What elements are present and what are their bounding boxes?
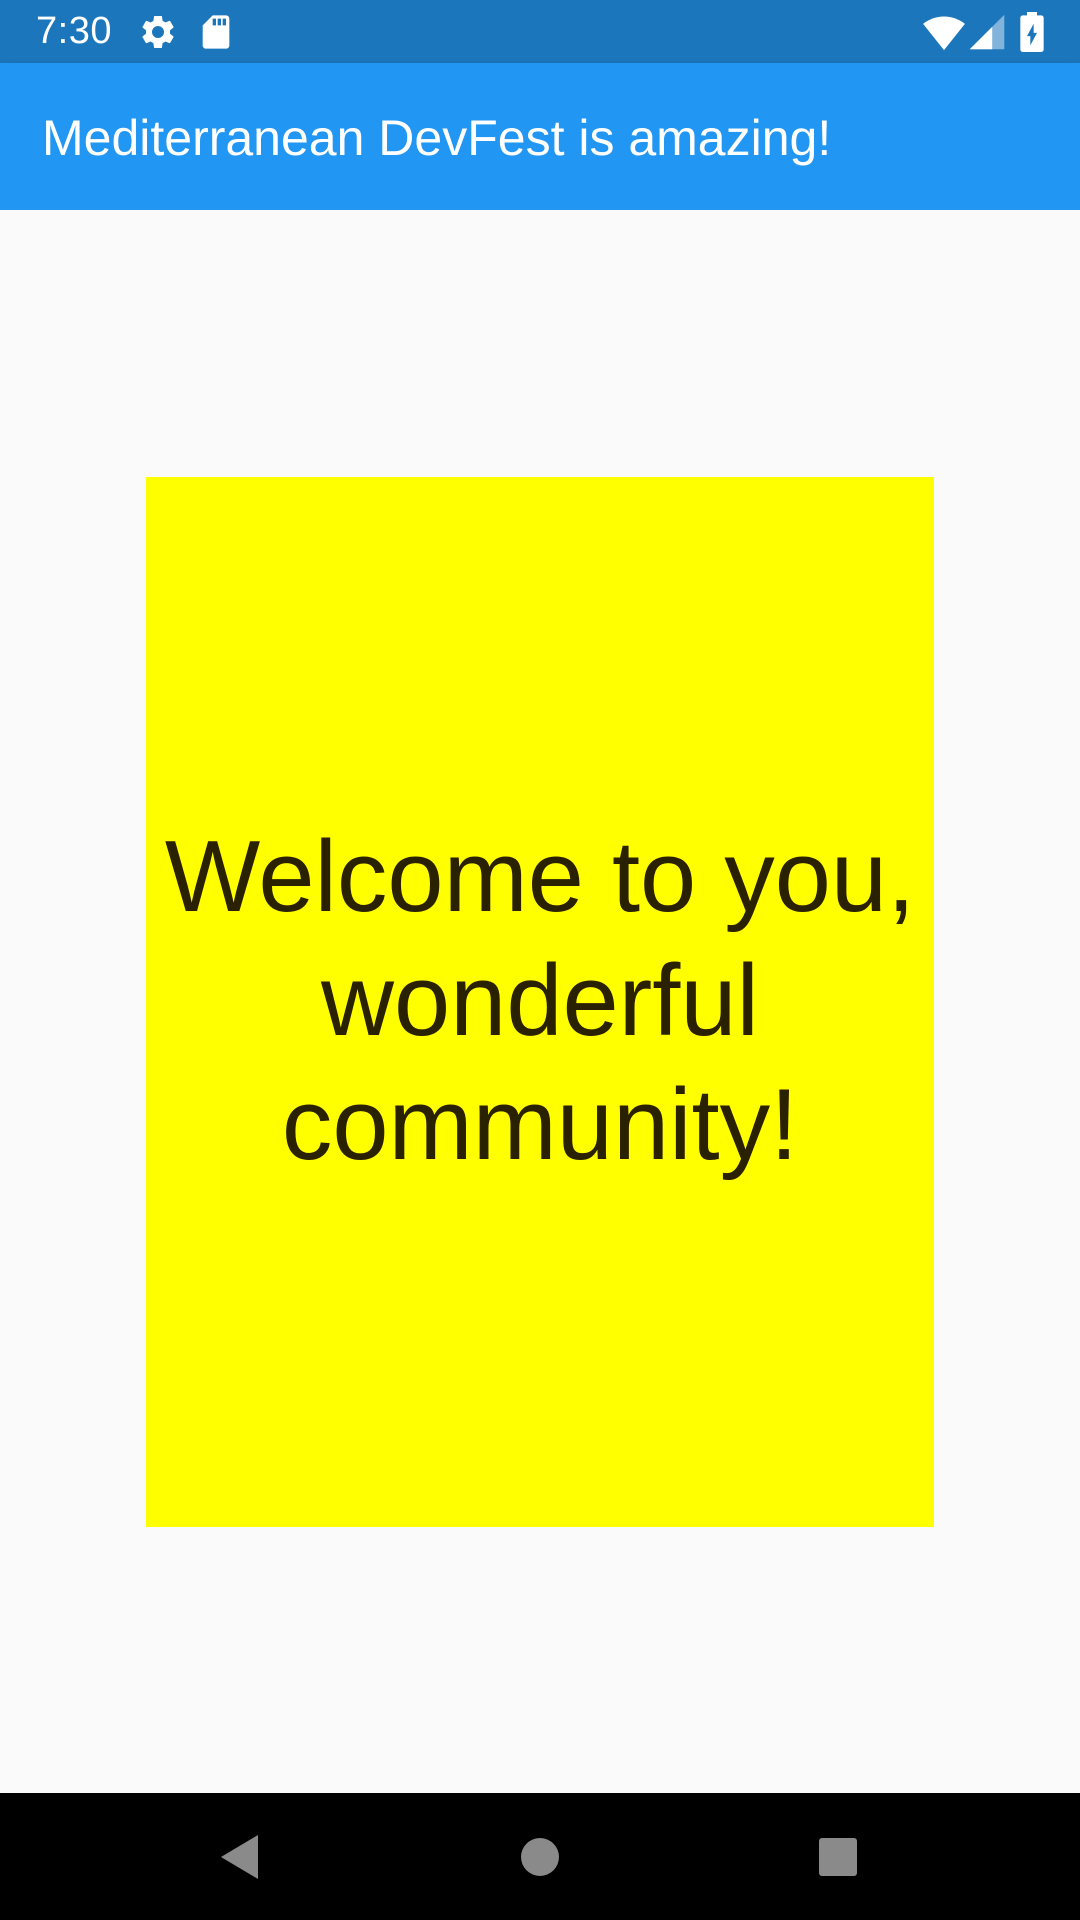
welcome-line-3: community! (281, 1069, 799, 1181)
back-button[interactable] (208, 1825, 272, 1889)
app-bar: Mediterranean DevFest is amazing! (0, 63, 1080, 210)
battery-charging-icon (1020, 12, 1044, 52)
recents-button[interactable] (806, 1825, 870, 1889)
welcome-line-2: wonderful (321, 945, 759, 1057)
status-bar: 7:30 (0, 0, 1080, 63)
recents-icon (819, 1838, 857, 1876)
welcome-message: Welcome to you, wonderful community! (146, 815, 934, 1187)
main-content: Welcome to you, wonderful community! (0, 210, 1080, 1793)
welcome-line-1: Welcome to you, (164, 821, 916, 933)
back-icon (221, 1835, 258, 1879)
home-button[interactable] (508, 1825, 572, 1889)
home-icon (521, 1838, 559, 1876)
wifi-icon (923, 16, 965, 51)
status-time: 7:30 (36, 10, 112, 52)
settings-icon (142, 15, 174, 48)
navigation-bar (0, 1793, 1080, 1920)
app-title: Mediterranean DevFest is amazing! (42, 110, 832, 166)
welcome-card: Welcome to you, wonderful community! (146, 477, 934, 1527)
signal-icon (969, 14, 1005, 50)
sd-card-icon (202, 15, 230, 49)
